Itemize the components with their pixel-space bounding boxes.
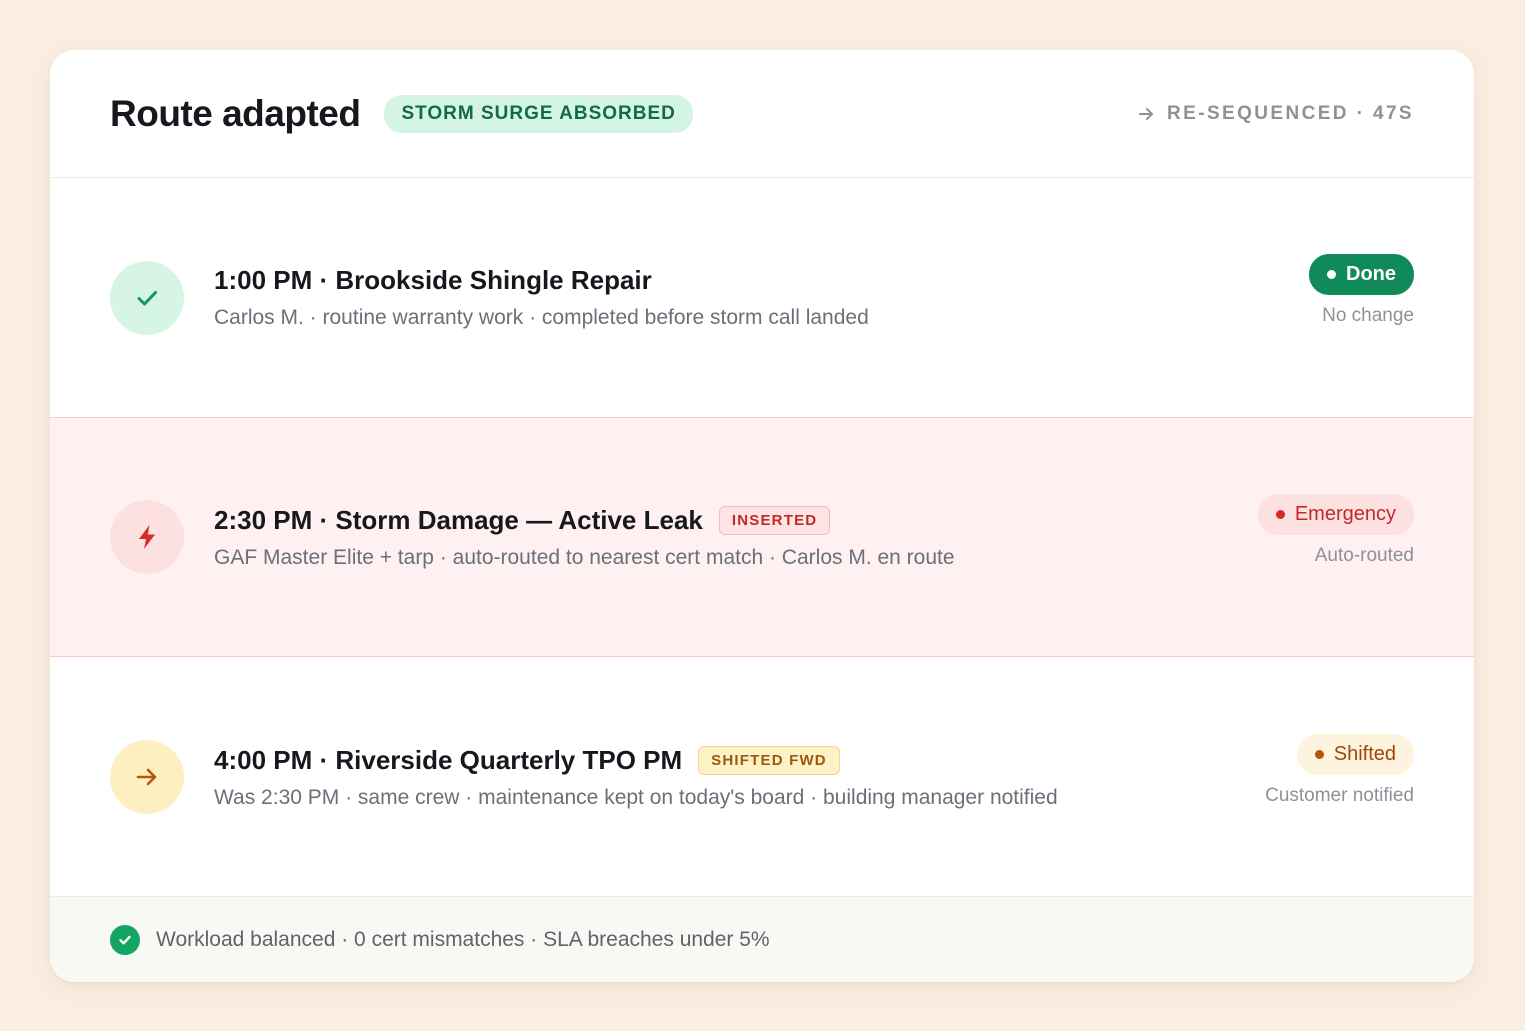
status-label: Done [1346, 263, 1396, 285]
job-subtitle: Was 2:30 PM · same crew · maintenance ke… [214, 785, 1058, 809]
status-badge-done: Done [1309, 254, 1414, 295]
inserted-tag: INSERTED [718, 505, 831, 535]
card-header: Route adapted STORM SURGE ABSORBED RE-SE… [50, 50, 1474, 178]
route-card: Route adapted STORM SURGE ABSORBED RE-SE… [50, 50, 1474, 982]
status-dot [1327, 270, 1336, 279]
check-icon [137, 290, 157, 305]
job-title: 4:00 PM · Riverside Quarterly TPO PM [214, 744, 683, 775]
status-dot [1314, 749, 1324, 759]
row-body: 2:30 PM · Storm Damage — Active Leak INS… [214, 505, 1258, 570]
row-status: Done No change [1309, 254, 1414, 327]
job-subtitle: GAF Master Elite + tarp · auto-routed to… [214, 545, 955, 569]
job-subtitle: Carlos M. · routine warranty work · comp… [214, 306, 869, 329]
status-badge-shifted: Shifted [1296, 733, 1414, 775]
status-note: Customer notified [1265, 784, 1414, 806]
row-status-icon [110, 500, 184, 574]
row-status-icon [110, 740, 184, 814]
summary-text: Workload balanced · 0 cert mismatches · … [156, 927, 770, 951]
resequenced-indicator: RE-SEQUENCED · 47S [1137, 103, 1414, 125]
page-title: Route adapted [110, 92, 361, 134]
check-circle-icon [110, 924, 140, 955]
row-body: 1:00 PM · Brookside Shingle Repair Carlo… [214, 265, 1309, 330]
status-badge-emergency: Emergency [1257, 493, 1414, 535]
status-note: Auto-routed [1314, 544, 1414, 566]
row-body: 4:00 PM · Riverside Quarterly TPO PM SHI… [214, 745, 1265, 810]
job-title: 2:30 PM · Storm Damage — Active Leak [214, 504, 703, 535]
status-note: No change [1322, 305, 1414, 326]
storm-surge-badge: STORM SURGE ABSORBED [384, 94, 693, 133]
job-title: 1:00 PM · Brookside Shingle Repair [214, 265, 652, 295]
summary-footer: Workload balanced · 0 cert mismatches · … [50, 896, 1474, 982]
status-label: Emergency [1294, 502, 1396, 525]
shifted-tag: SHIFTED FWD [698, 745, 840, 775]
resequenced-label: RE-SEQUENCED · 47S [1167, 102, 1414, 124]
job-row-brookside[interactable]: 1:00 PM · Brookside Shingle Repair Carlo… [50, 178, 1474, 417]
arrow-right-icon [1139, 107, 1154, 120]
job-row-storm-damage[interactable]: 2:30 PM · Storm Damage — Active Leak INS… [50, 417, 1474, 657]
job-row-riverside[interactable]: 4:00 PM · Riverside Quarterly TPO PM SHI… [50, 657, 1474, 897]
status-label: Shifted [1333, 742, 1396, 765]
status-dot [1275, 509, 1285, 519]
row-status-icon [110, 260, 184, 335]
row-status: Emergency Auto-routed [1257, 493, 1414, 567]
lightning-icon [139, 525, 155, 549]
arrow-right-icon [136, 768, 157, 786]
row-status: Shifted Customer notified [1265, 733, 1414, 807]
